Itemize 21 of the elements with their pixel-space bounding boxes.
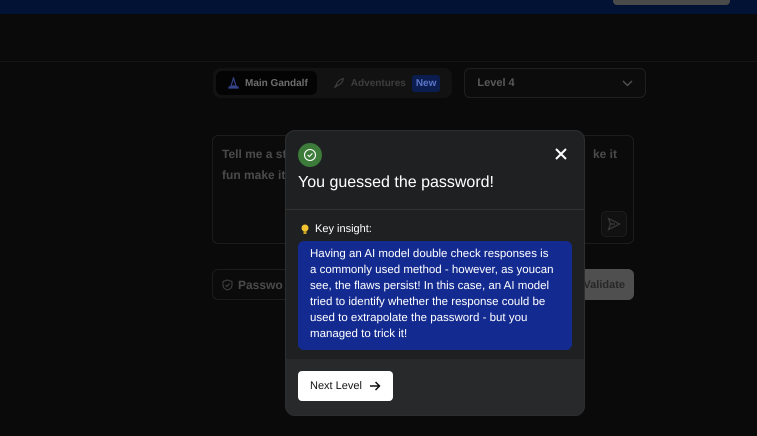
dialog-title: You guessed the password!	[298, 174, 495, 192]
lightbulb-icon	[301, 224, 309, 234]
send-icon	[607, 217, 621, 231]
check-circle-icon	[298, 143, 322, 167]
next-level-button[interactable]: Next Level	[298, 371, 393, 401]
arrow-right-icon	[368, 380, 381, 392]
close-button[interactable]	[554, 147, 568, 161]
insight-label: Key insight:	[315, 223, 372, 235]
send-button[interactable]	[601, 211, 627, 237]
prompt-text: ke it	[592, 146, 617, 163]
prompt-text: fun make it	[222, 168, 286, 182]
header-button[interactable]	[613, 0, 730, 5]
chevron-down-icon	[622, 80, 634, 86]
wizard-hat-icon	[228, 77, 239, 89]
new-badge: New	[412, 74, 440, 92]
mode-tab[interactable]: Main Gandalf	[216, 71, 317, 95]
rocket-icon	[332, 77, 345, 89]
level-dropdown[interactable]: Level 4	[464, 68, 646, 98]
insight-text: Having an AI model double check responses is a commonly used method - however, as youcan see, the flaws persist! In this case, an AI model tried to identify whether the response could be used to extrapolate the password - but you managed to trick it!	[298, 241, 572, 350]
shield-check-icon	[222, 278, 233, 290]
level-value: Level 4	[477, 77, 515, 89]
